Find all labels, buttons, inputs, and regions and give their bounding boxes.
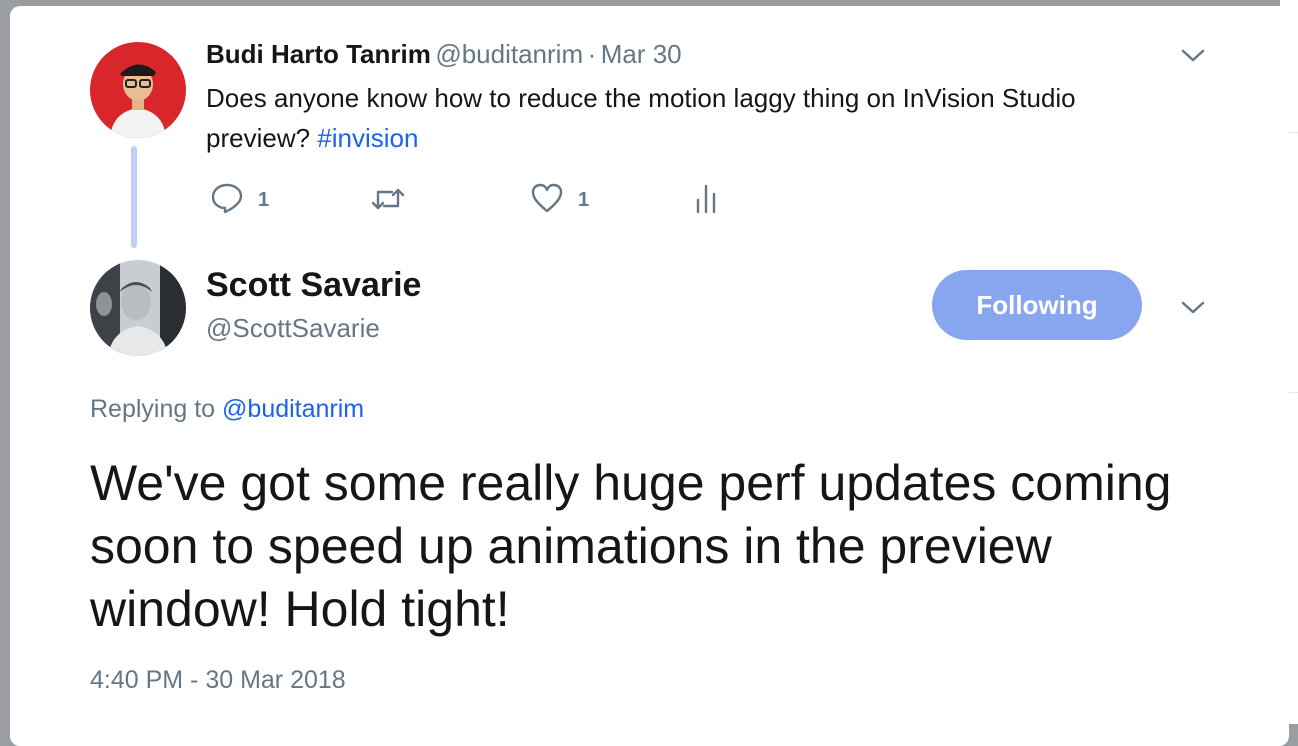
reply-tweet-text: We've got some really huge perf updates … (90, 455, 1172, 637)
chevron-down-icon[interactable] (1180, 48, 1206, 69)
author-handle[interactable]: @buditanrim (435, 39, 583, 69)
reply-timestamp[interactable]: 4:40 PM - 30 Mar 2018 (90, 666, 346, 695)
author-name[interactable]: Budi Harto Tanrim (206, 39, 431, 69)
reply-author-name[interactable]: Scott Savarie (206, 266, 421, 305)
analytics-action[interactable] (694, 182, 718, 219)
avatar-budi[interactable] (90, 42, 186, 138)
reply-action[interactable]: 1 (210, 182, 269, 219)
reply-author-handle[interactable]: @ScottSavarie (206, 313, 380, 344)
like-action[interactable]: 1 (530, 182, 589, 219)
replying-to-line: Replying to @buditanrim (90, 395, 364, 424)
retweet-icon (370, 184, 406, 219)
replying-to-mention[interactable]: @buditanrim (222, 395, 364, 423)
reply-count: 1 (258, 189, 270, 211)
tweet-date[interactable]: Mar 30 (601, 39, 682, 69)
analytics-icon (694, 182, 718, 219)
tweet-detail-card: Budi Harto Tanrim @buditanrim · Mar 30 D… (10, 6, 1289, 746)
retweet-action[interactable] (370, 184, 406, 219)
tweet-text: Does anyone know how to reduce the motio… (206, 78, 1186, 158)
chevron-down-icon[interactable] (1180, 300, 1206, 321)
hashtag-link[interactable]: #invision (317, 123, 418, 153)
following-button[interactable]: Following (932, 270, 1142, 340)
meta-separator: · (587, 39, 597, 69)
tweet-header: Budi Harto Tanrim @buditanrim · Mar 30 (206, 39, 682, 70)
thread-connector-line (131, 146, 137, 248)
like-count: 1 (578, 189, 590, 211)
reply-icon (210, 182, 244, 219)
avatar-scott[interactable] (90, 260, 186, 356)
heart-icon (530, 182, 564, 219)
replying-to-label: Replying to (90, 395, 216, 423)
